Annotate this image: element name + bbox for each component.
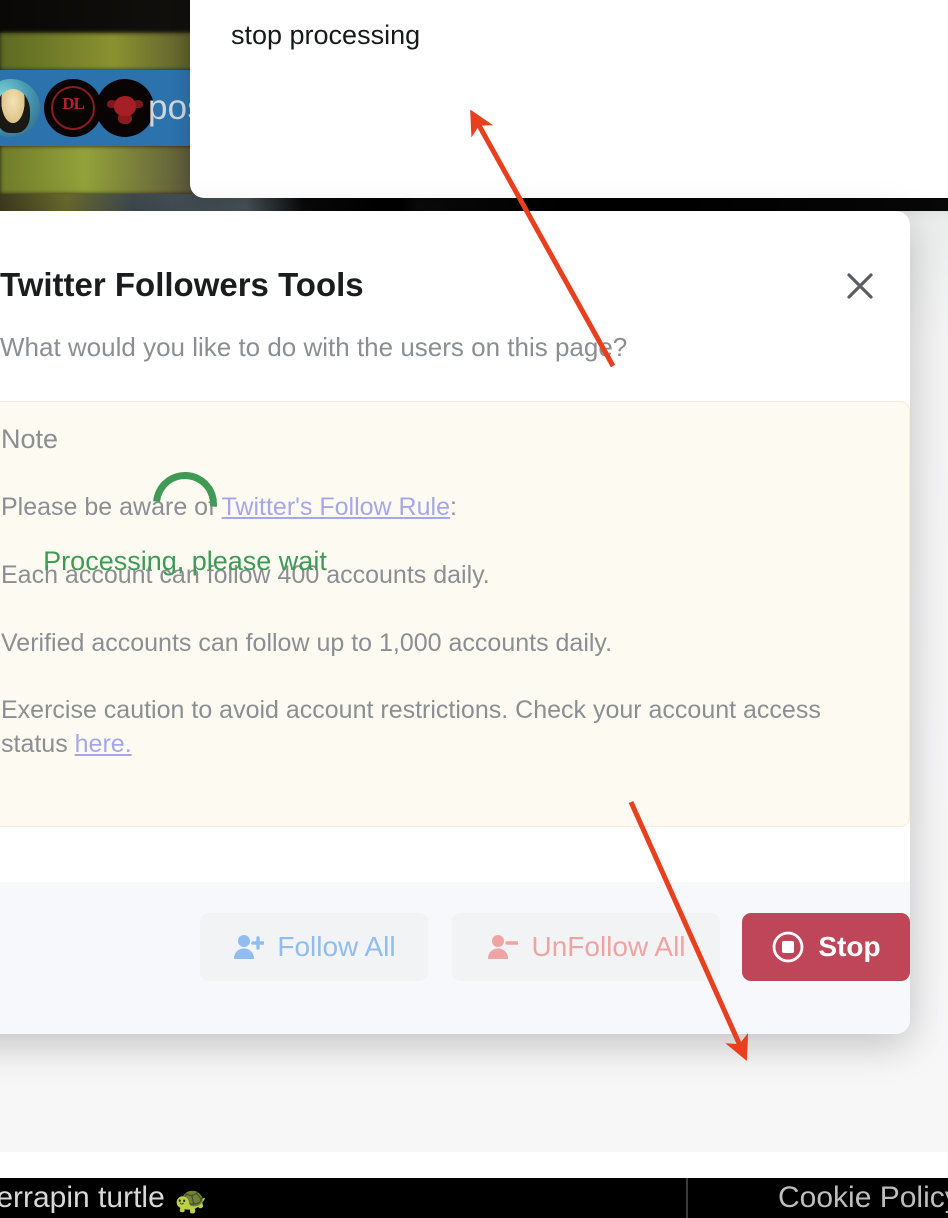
dialog-footer: Follow All UnFollow All Stop [0, 881, 910, 1034]
avatar [96, 79, 154, 137]
turtle-emoji-icon: 🐢 [174, 1185, 208, 1215]
user-plus-icon [232, 932, 265, 962]
avatar [0, 79, 40, 137]
stop-label: Stop [818, 930, 881, 962]
cookie-bar-divider [686, 1178, 688, 1218]
dialog-question: What would you like to do with the users… [0, 332, 628, 362]
follow-all-button[interactable]: Follow All [200, 912, 428, 981]
dialog-body: What would you like to do with the users… [0, 332, 910, 827]
cookie-policy-link[interactable]: Cookie Policy [778, 1181, 948, 1215]
tooltip-popup: stop processing [190, 0, 948, 198]
follow-all-label: Follow All [277, 930, 396, 962]
cookie-bar: terrapin turtle 🐢 Cookie Policy [0, 1178, 948, 1218]
cookie-bar-site-name: terrapin turtle [0, 1181, 165, 1214]
note-line-caution: Exercise caution to avoid account restri… [1, 694, 877, 762]
dialog-spacer [0, 826, 910, 882]
dialog-header: Twitter Followers Tools [0, 211, 910, 332]
note-line-follow-rule: Please be aware of Twitter's Follow Rule… [1, 491, 877, 525]
user-minus-icon [486, 932, 519, 962]
avatar [44, 79, 102, 137]
unfollow-all-button[interactable]: UnFollow All [452, 912, 720, 981]
note-line-daily-limit: Each account can follow 400 accounts dai… [1, 560, 490, 589]
unfollow-all-label: UnFollow All [531, 930, 686, 962]
twitter-follow-rule-link[interactable]: Twitter's Follow Rule [222, 493, 450, 521]
stop-button[interactable]: Stop [742, 912, 910, 981]
page-root: pos terrapin turtle🐢 Cookie Policy stop … [0, 0, 948, 1218]
stop-circle-icon [771, 930, 805, 964]
note-colon: : [449, 493, 457, 521]
twitter-followers-tools-dialog: Twitter Followers Tools What would you l… [0, 211, 910, 1034]
tooltip-text: stop processing [231, 20, 421, 50]
note-line-follow-rule-text: Please be aware of [1, 493, 222, 521]
close-icon[interactable] [842, 268, 878, 304]
note-line-verified-limit: Verified accounts can follow up to 1,000… [1, 628, 613, 657]
note-title: Note [1, 424, 59, 454]
account-access-status-link[interactable]: here. [75, 730, 132, 758]
cookie-bar-left-text: terrapin turtle 🐢 [0, 1181, 207, 1216]
note-box: Note Please be aware of Twitter's Follow… [0, 401, 910, 827]
page-title: Twitter Followers Tools [0, 266, 364, 303]
